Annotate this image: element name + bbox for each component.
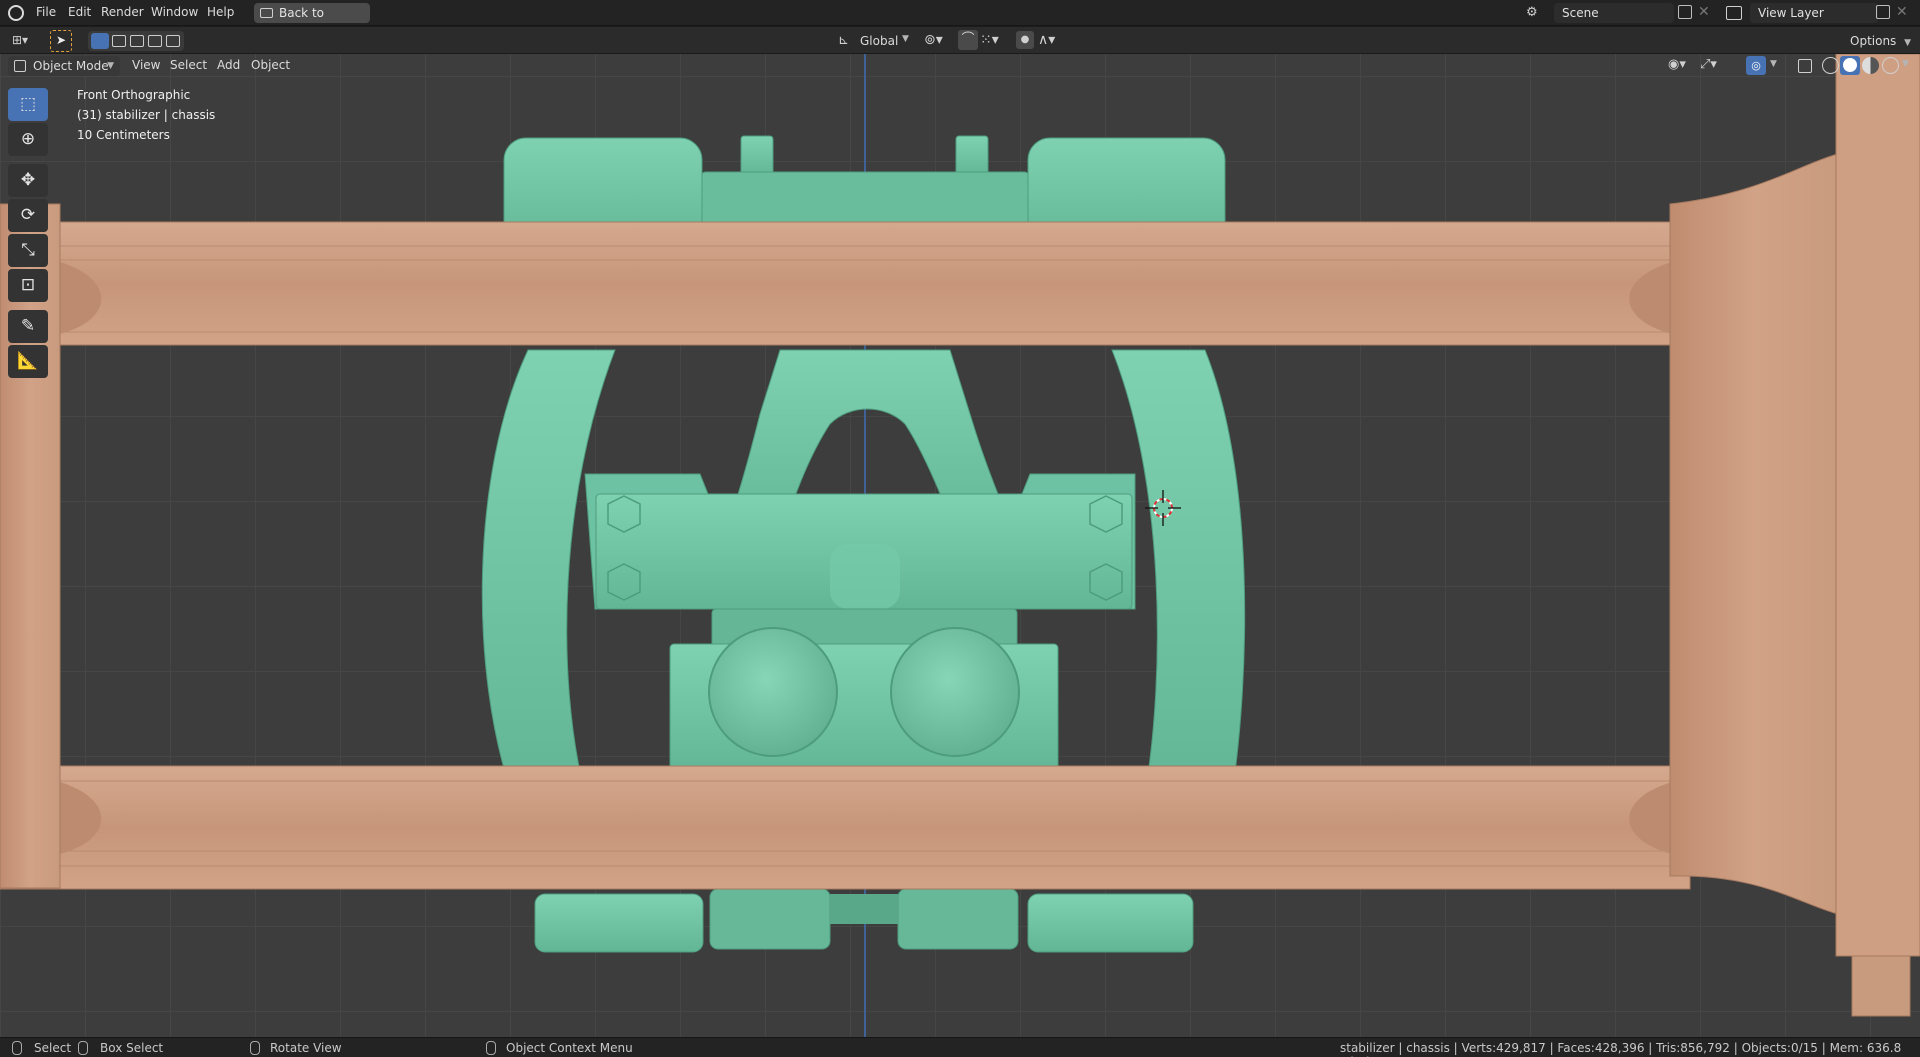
back-to-previous-button[interactable]: Back to Previous [254, 3, 370, 40]
viewport-menu-object[interactable]: Object [251, 58, 290, 72]
blender-logo-icon[interactable] [8, 5, 24, 21]
overlays-icon[interactable]: ◎ [1746, 56, 1766, 75]
tool-header: ⊞▾ ➤ ⊾ Global ▼ ⊚▾ ⌒ ⁙▾ ● ∧▾ Options ▼ [0, 27, 1920, 54]
transform-icon: ⊡ [20, 275, 36, 295]
status-rotate-view: Rotate View [270, 1041, 342, 1055]
cursor-icon: ⊕ [20, 129, 36, 149]
options-dropdown[interactable]: Options ▼ [1850, 31, 1914, 51]
chevron-down-icon: ▼ [902, 34, 909, 44]
falloff-curve-icon[interactable]: ∧▾ [1038, 32, 1055, 48]
top-menu-bar: File Edit Render Window Help Back to Pre… [0, 0, 1920, 40]
options-label: Options [1850, 34, 1897, 48]
select-subtract-icon[interactable] [130, 35, 144, 47]
select-invert-icon[interactable] [148, 35, 162, 47]
select-extend-icon[interactable] [112, 35, 126, 47]
mouse-right-icon [486, 1041, 496, 1055]
viewport-shading-controls: ◉▾ ⤢▾ ◎ ▼ ▼ [1664, 56, 1914, 76]
stabilizer-bottom [534, 888, 1194, 953]
scale-icon: ⤡ [21, 240, 35, 260]
3d-viewport[interactable]: Front Orthographic (31) stabilizer | cha… [0, 54, 1920, 1037]
gizmo-icon[interactable]: ⤢▾ [1700, 57, 1717, 72]
xray-icon[interactable] [1798, 59, 1812, 73]
visibility-eye-icon[interactable]: ◉▾ [1668, 57, 1686, 72]
transform-orientation-icon: ⊾ [838, 33, 849, 48]
status-select: Select [34, 1041, 72, 1055]
select-box-tool[interactable]: ⬚ [8, 88, 48, 121]
select-new-icon[interactable] [91, 33, 109, 49]
scale-tool[interactable]: ⤡ [8, 234, 48, 267]
chevron-down-icon: ▼ [107, 61, 114, 71]
measure-icon: 📐 [17, 351, 39, 371]
status-bar: Select Box Select Rotate View Object Con… [0, 1037, 1920, 1057]
move-icon: ✥ [20, 170, 36, 190]
object-mode-label: Object Mode [33, 59, 109, 73]
scene-render [0, 54, 1920, 1037]
snap-target-icon[interactable]: ⁙▾ [980, 32, 999, 48]
status-box-select: Box Select [100, 1041, 164, 1055]
mouse-middle-icon [250, 1041, 260, 1055]
screen-icon [260, 8, 273, 18]
object-mode-icon [14, 60, 26, 72]
object-mode-dropdown[interactable]: Object Mode ▼ [8, 56, 120, 76]
annotate-tool[interactable]: ✎ [8, 310, 48, 343]
wireframe-shading-icon[interactable] [1822, 57, 1839, 74]
annotate-icon: ✎ [20, 316, 36, 336]
viewport-menu-add[interactable]: Add [217, 58, 240, 72]
menu-file[interactable]: File [36, 5, 56, 19]
scene-statistics: stabilizer | chassis | Verts:429,817 | F… [1340, 1041, 1902, 1057]
solid-shading-icon[interactable] [1840, 56, 1860, 75]
new-view-layer-icon[interactable] [1876, 5, 1890, 19]
chevron-down-icon: ▼ [1904, 38, 1912, 48]
rendered-shading-icon[interactable] [1882, 57, 1899, 74]
left-toolbar: ⬚ ⊕ ✥ ⟳ ⤡ ⊡ ✎ 📐 [8, 88, 50, 380]
delete-view-layer-icon[interactable]: ✕ [1896, 4, 1908, 20]
scene-name-field[interactable]: Scene [1554, 3, 1674, 23]
rotate-icon: ⟳ [20, 205, 36, 225]
viewport-menu-view[interactable]: View [132, 58, 160, 72]
grid-scale: 10 Centimeters [77, 128, 170, 142]
snap-toggle-icon[interactable]: ⌒ [958, 30, 978, 50]
measure-tool[interactable]: 📐 [8, 345, 48, 378]
viewport-menu-select[interactable]: Select [170, 58, 207, 72]
delete-scene-icon[interactable]: ✕ [1698, 4, 1710, 20]
view-layer-name: View Layer [1758, 6, 1824, 20]
view-name: Front Orthographic [77, 88, 191, 102]
view-layer-icon[interactable] [1726, 6, 1742, 20]
mouse-left-icon [12, 1041, 22, 1055]
select-tool-icon[interactable]: ➤ [50, 30, 72, 52]
menu-window[interactable]: Window [151, 5, 198, 19]
move-tool[interactable]: ✥ [8, 164, 48, 197]
status-context-menu: Object Context Menu [506, 1041, 633, 1055]
selection-mode-group [88, 31, 184, 51]
select-intersect-icon[interactable] [166, 35, 180, 47]
proportional-editing-icon[interactable]: ● [1016, 31, 1034, 49]
chassis-right-side [1669, 54, 1920, 1017]
pivot-point-icon[interactable]: ⊚▾ [924, 32, 943, 48]
transform-tool[interactable]: ⊡ [8, 269, 48, 302]
chevron-down-icon[interactable]: ▼ [1770, 59, 1777, 69]
scene-selector-icon[interactable]: ⚙ [1526, 5, 1548, 21]
scene-name: Scene [1562, 6, 1599, 20]
select-box-icon: ⬚ [19, 94, 37, 114]
menu-edit[interactable]: Edit [68, 5, 91, 19]
cursor-tool[interactable]: ⊕ [8, 123, 48, 156]
menu-help[interactable]: Help [207, 5, 234, 19]
material-shading-icon[interactable] [1862, 57, 1879, 74]
rotate-tool[interactable]: ⟳ [8, 199, 48, 232]
editor-type-icon[interactable]: ⊞▾ [12, 33, 40, 49]
new-scene-icon[interactable] [1678, 5, 1692, 19]
object-info: (31) stabilizer | chassis [77, 108, 216, 122]
view-layer-field[interactable]: View Layer [1750, 3, 1878, 23]
transform-orientation-dropdown[interactable]: Global [860, 34, 898, 48]
mouse-drag-icon [78, 1041, 88, 1055]
menu-render[interactable]: Render [101, 5, 144, 19]
chevron-down-icon[interactable]: ▼ [1902, 59, 1909, 69]
